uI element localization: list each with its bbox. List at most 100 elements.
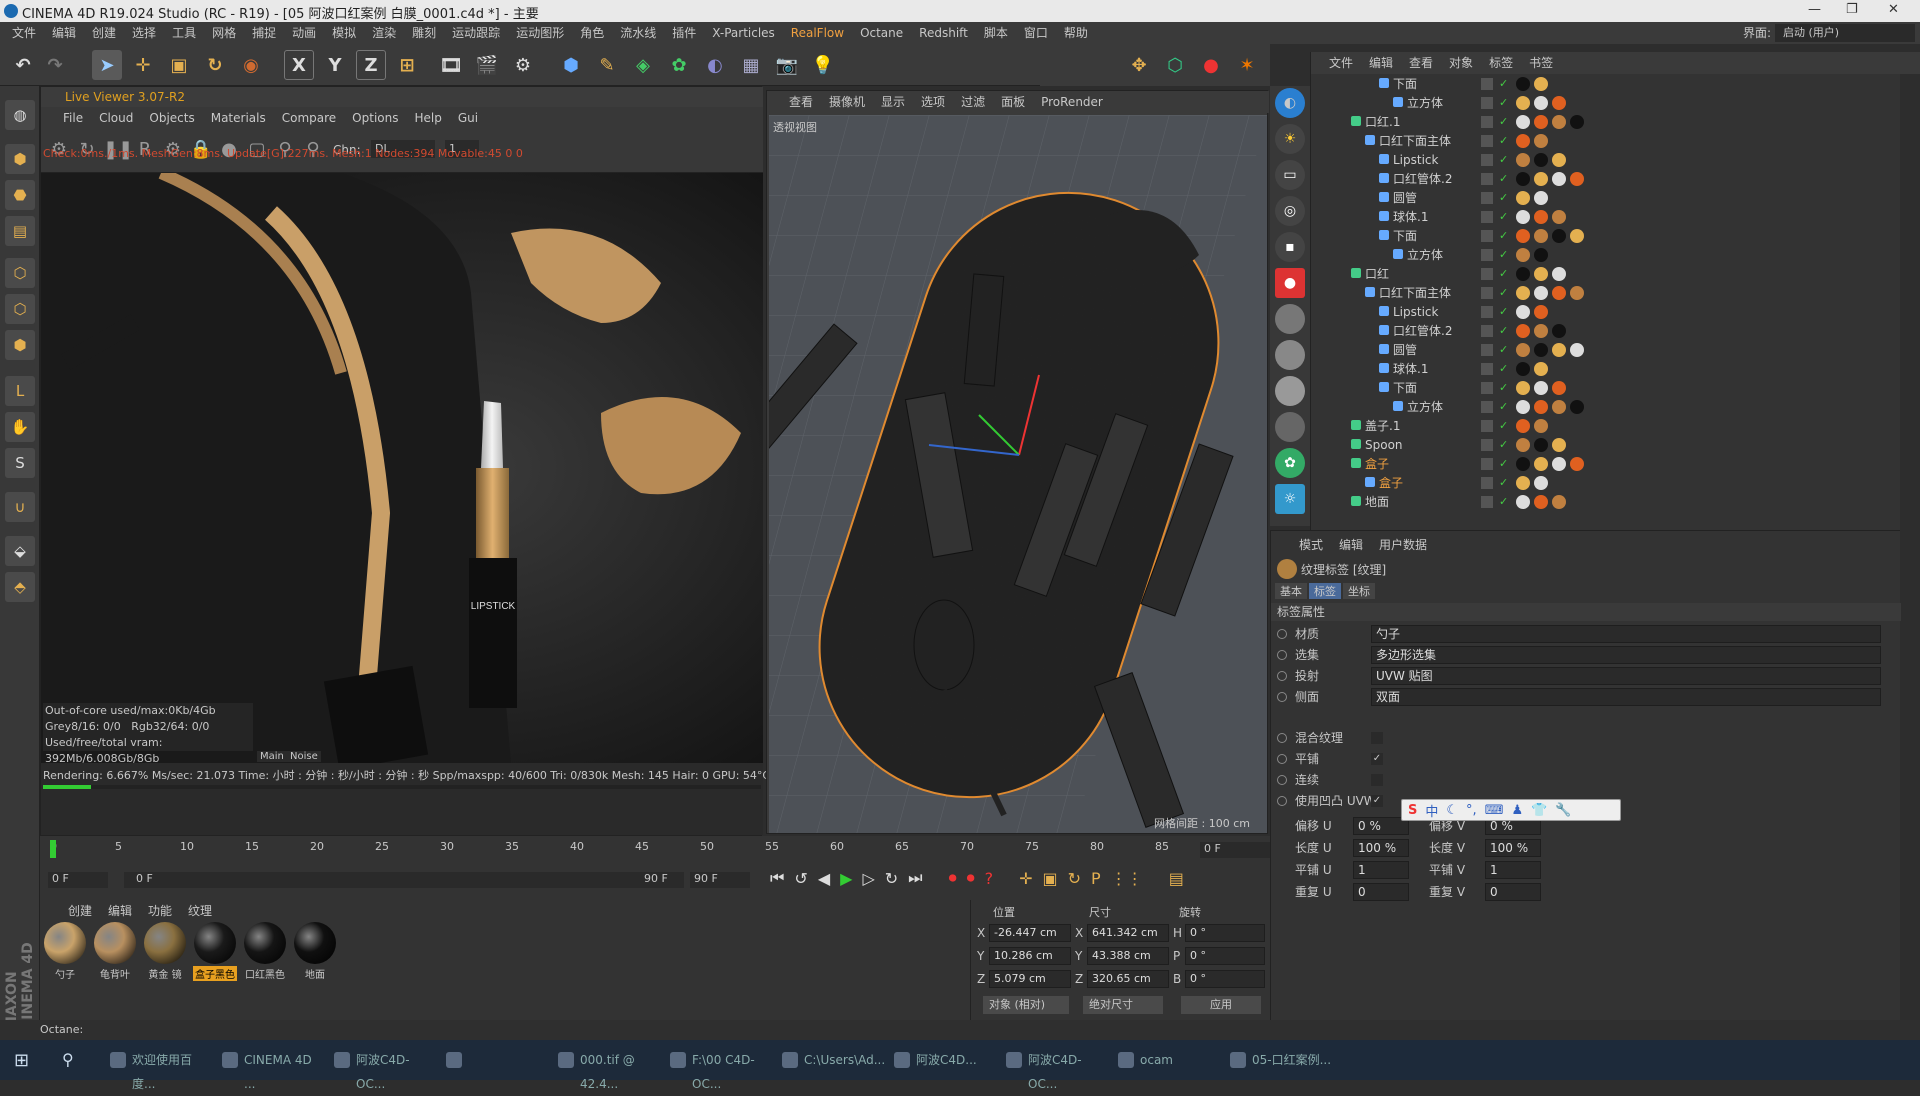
points-mode-icon[interactable]: ⬡ [5, 258, 35, 288]
visibility-toggle[interactable] [1481, 458, 1493, 470]
octane-object-icon[interactable]: ⬡ [1160, 50, 1190, 80]
visibility-toggle[interactable] [1481, 116, 1493, 128]
material-tag-icon[interactable] [1516, 229, 1530, 243]
size-mode-select[interactable]: 绝对尺寸 [1083, 996, 1163, 1014]
object-row[interactable]: Lipstick ✓ [1311, 302, 1901, 322]
material-tag-icon[interactable] [1534, 362, 1548, 376]
rotation-field[interactable]: 0 ° [1185, 970, 1265, 988]
object-row[interactable]: 地面 ✓ [1311, 492, 1901, 512]
render-view-icon[interactable]: 🎞 [436, 50, 466, 80]
taskbar-app[interactable]: ocam [1114, 1048, 1220, 1072]
uv-field[interactable]: 1 [1485, 861, 1541, 879]
keyframe-icon[interactable]: ? [985, 869, 994, 888]
material-tag-icon[interactable] [1516, 419, 1530, 433]
size-field[interactable]: 641.342 cm [1087, 924, 1169, 942]
enable-check-icon[interactable]: ✓ [1499, 378, 1508, 398]
taskbar-app[interactable]: 欢迎使用百度... [106, 1048, 212, 1091]
menu-item[interactable]: 编辑 [44, 22, 84, 44]
redo-icon[interactable]: ↷ [40, 50, 70, 80]
material-tag-icon[interactable] [1516, 286, 1530, 300]
menu-item[interactable]: 选择 [124, 22, 164, 44]
taskbar-app[interactable]: F:\00 C4D-OC... [666, 1048, 772, 1091]
material-tag-icon[interactable] [1534, 96, 1548, 110]
tweak-icon[interactable]: ✋ [5, 412, 35, 442]
menu-item[interactable]: 选项 [913, 91, 953, 113]
next-key-icon[interactable]: ↻ [885, 869, 898, 888]
material-tag-icon[interactable] [1552, 210, 1566, 224]
material-tag-icon[interactable] [1534, 153, 1548, 167]
property-value[interactable]: UVW 贴图 [1371, 667, 1881, 685]
object-row[interactable]: 球体.1 ✓ [1311, 359, 1901, 379]
menu-item[interactable]: 运动跟踪 [444, 22, 508, 44]
daylight-icon[interactable]: ☀ [1275, 124, 1305, 154]
material-tag-icon[interactable] [1516, 476, 1530, 490]
enable-check-icon[interactable]: ✓ [1499, 207, 1508, 227]
property-radio[interactable] [1277, 692, 1287, 702]
taskbar-app[interactable]: 阿波C4D-OC... [1002, 1048, 1108, 1091]
enable-check-icon[interactable]: ✓ [1499, 302, 1508, 322]
material-tag-icon[interactable] [1534, 495, 1548, 509]
material-tag-icon[interactable] [1516, 248, 1530, 262]
pla-key-icon[interactable]: ⋮⋮ [1111, 869, 1143, 888]
rotate-tool-icon[interactable]: ↻ [200, 50, 230, 80]
visibility-toggle[interactable] [1481, 496, 1493, 508]
visibility-toggle[interactable] [1481, 173, 1493, 185]
enable-check-icon[interactable]: ✓ [1499, 435, 1508, 455]
menu-item[interactable]: 纹理 [180, 902, 220, 919]
material-tag-icon[interactable] [1516, 77, 1530, 91]
current-frame[interactable]: 0 F [1200, 842, 1270, 858]
material-tag-icon[interactable] [1552, 153, 1566, 167]
material-tag-icon[interactable] [1552, 400, 1566, 414]
polygons-mode-icon[interactable]: ⬢ [5, 330, 35, 360]
material-tag-icon[interactable] [1552, 267, 1566, 281]
maximize-button[interactable]: ❐ [1846, 2, 1858, 17]
property-value[interactable]: 勺子 [1371, 625, 1881, 643]
material-swatch[interactable]: 地面 [292, 922, 338, 981]
enable-check-icon[interactable]: ✓ [1499, 169, 1508, 189]
prev-key-icon[interactable]: ↺ [794, 869, 807, 888]
visibility-toggle[interactable] [1481, 344, 1493, 356]
material-tag-icon[interactable] [1570, 115, 1584, 129]
rotation-field[interactable]: 0 ° [1185, 947, 1265, 965]
position-field[interactable]: -26.447 cm [989, 924, 1071, 942]
material-tag-icon[interactable] [1552, 495, 1566, 509]
ime-skin-icon[interactable]: 👕 [1531, 803, 1547, 818]
prev-frame-icon[interactable]: ◀ [818, 869, 830, 888]
menu-item[interactable]: Materials [203, 107, 274, 129]
visibility-toggle[interactable] [1481, 135, 1493, 147]
material-tag-icon[interactable] [1516, 134, 1530, 148]
menu-item[interactable]: 运动图形 [508, 22, 572, 44]
tab-main[interactable]: Main [257, 751, 287, 762]
material-tag-icon[interactable] [1534, 115, 1548, 129]
enable-check-icon[interactable]: ✓ [1499, 131, 1508, 151]
material-tag-icon[interactable] [1534, 438, 1548, 452]
object-row[interactable]: 立方体 ✓ [1311, 93, 1901, 113]
enable-check-icon[interactable]: ✓ [1499, 416, 1508, 436]
start-frame[interactable]: 0 F [48, 872, 108, 888]
menu-item[interactable]: Objects [141, 107, 202, 129]
coord-mode-select[interactable]: 对象 (相对) [983, 996, 1069, 1014]
playhead[interactable] [50, 840, 56, 858]
object-row[interactable]: 立方体 ✓ [1311, 245, 1901, 265]
ime-keyboard-icon[interactable]: ⌨ [1485, 803, 1504, 818]
material-tag-icon[interactable] [1534, 419, 1548, 433]
menu-item[interactable]: 插件 [664, 22, 704, 44]
play-icon[interactable]: ▶ [840, 869, 852, 888]
visibility-toggle[interactable] [1481, 420, 1493, 432]
material-tag-icon[interactable] [1534, 267, 1548, 281]
menu-item[interactable]: 过滤 [953, 91, 993, 113]
property-radio[interactable] [1277, 754, 1287, 764]
param-key-icon[interactable]: P [1091, 869, 1101, 888]
visibility-toggle[interactable] [1481, 477, 1493, 489]
material-tag-icon[interactable] [1534, 324, 1548, 338]
material-tag-icon[interactable] [1570, 229, 1584, 243]
menu-item[interactable]: 文件 [1321, 52, 1361, 74]
material-tag-icon[interactable] [1516, 438, 1530, 452]
material-swatch[interactable]: 口红黑色 [242, 922, 288, 981]
material-tag-icon[interactable] [1534, 305, 1548, 319]
menu-item[interactable]: 用户数据 [1371, 536, 1435, 553]
material-swatch[interactable]: 盒子黑色 [192, 922, 238, 981]
menu-item[interactable]: Gui [450, 107, 486, 129]
property-radio[interactable] [1277, 775, 1287, 785]
property-radio[interactable] [1277, 629, 1287, 639]
